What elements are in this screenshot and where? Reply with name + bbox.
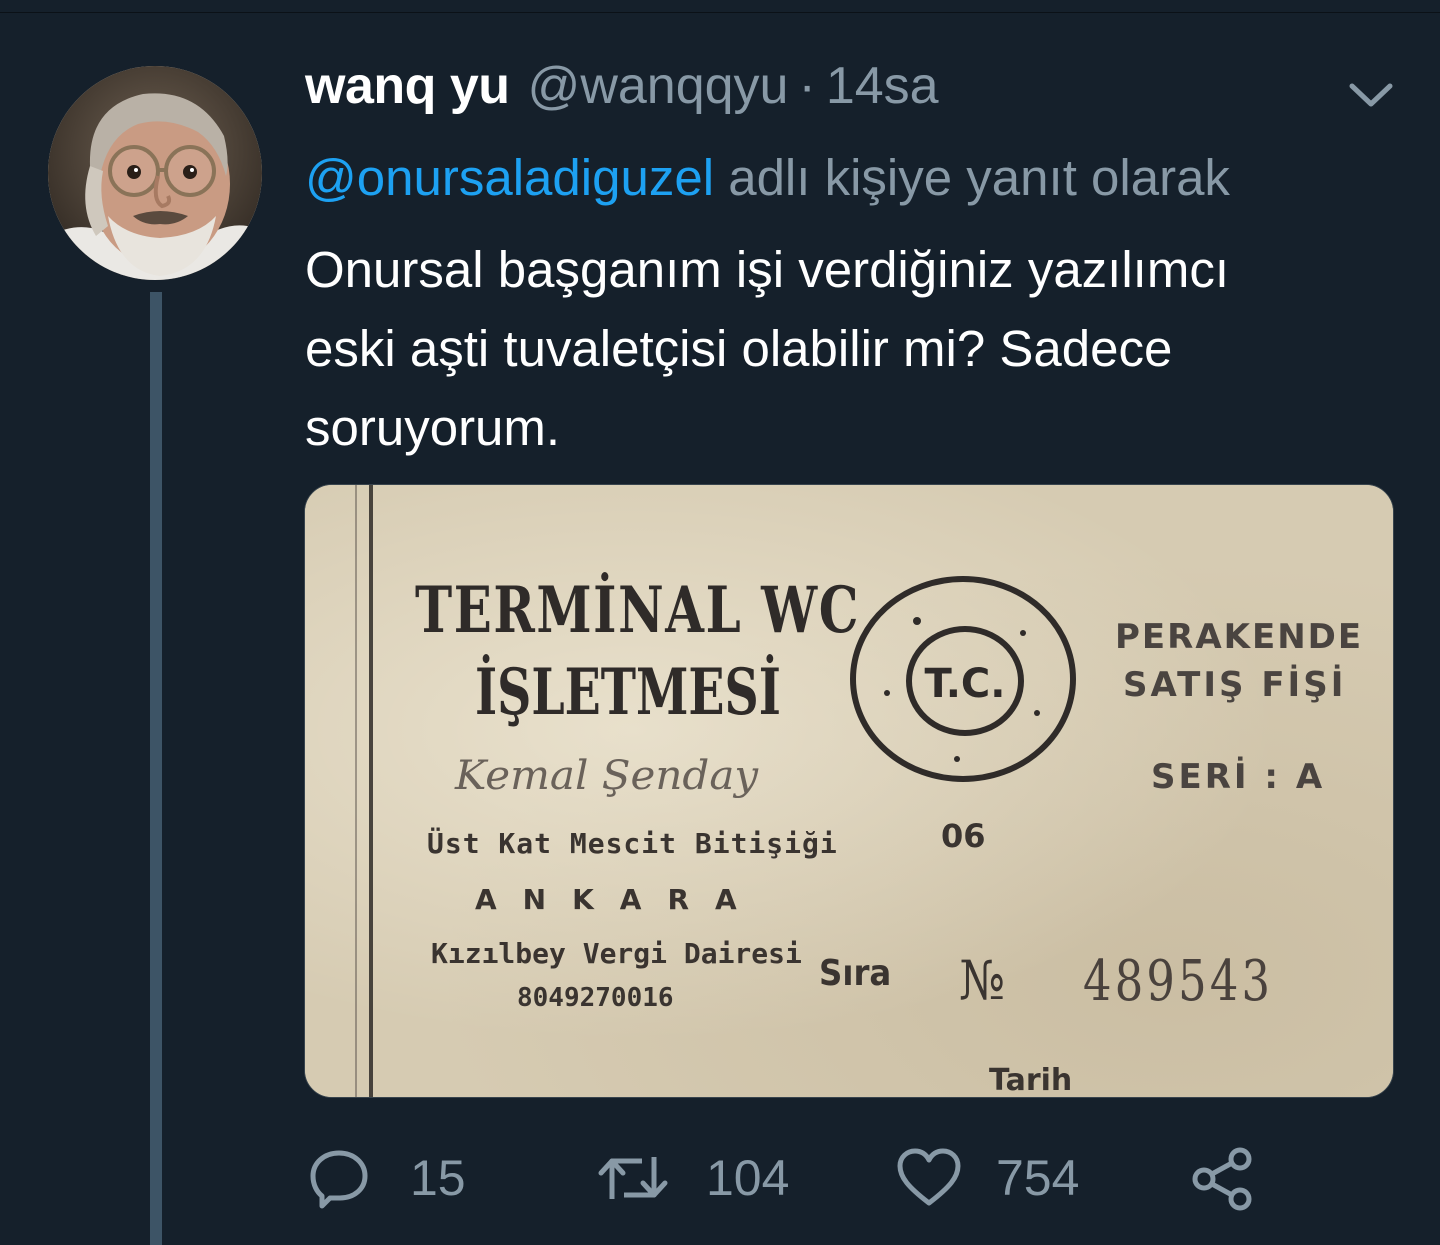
receipt-tax-number: 8049270016 bbox=[517, 983, 674, 1013]
tweet[interactable]: wanq yu @wanqqyu · 14sa @onursaladiguzel… bbox=[0, 0, 1440, 1245]
receipt-owner-name: Kemal Şenday bbox=[455, 753, 759, 799]
receipt-date-label: Tarih bbox=[989, 1063, 1073, 1098]
official-stamp-seal: T.C. bbox=[850, 576, 1076, 782]
reply-context-label: adlı kişiye yanıt olarak bbox=[714, 149, 1230, 206]
tweet-body-line: soruyorum. bbox=[305, 399, 561, 456]
receipt-number-symbol: № bbox=[959, 949, 1005, 1012]
receipt-series: SERİ : A bbox=[1151, 757, 1326, 797]
receipt-title-line-1: TERMİNAL WC bbox=[415, 573, 861, 648]
reply-button[interactable]: 15 bbox=[308, 1140, 466, 1216]
stamp-center-text: T.C. bbox=[925, 661, 1006, 707]
tweet-body-line: Onursal başganım işi verdiğiniz yazılımc… bbox=[305, 241, 1230, 298]
receipt-tax-office: Kızılbey Vergi Dairesi bbox=[431, 937, 802, 970]
tweet-header: wanq yu @wanqqyu · 14sa bbox=[305, 56, 939, 122]
user-handle[interactable]: @wanqqyu bbox=[528, 56, 789, 116]
receipt-type-line-1: PERAKENDE bbox=[1115, 617, 1364, 657]
separator-dot: · bbox=[798, 57, 816, 115]
tweet-action-bar: 15 104 754 bbox=[0, 1140, 1440, 1220]
receipt-sira-label: Sıra bbox=[819, 953, 892, 994]
timestamp[interactable]: 14sa bbox=[826, 56, 939, 116]
heart-icon bbox=[897, 1148, 961, 1206]
receipt-edge-line bbox=[355, 485, 357, 1097]
like-button[interactable]: 754 bbox=[896, 1140, 1079, 1216]
tweet-body: Onursal başganım işi verdiğiniz yazılımc… bbox=[305, 230, 1405, 467]
display-name[interactable]: wanq yu bbox=[305, 56, 510, 116]
thread-connector-line bbox=[150, 292, 162, 1245]
chevron-down-icon[interactable] bbox=[1346, 78, 1396, 112]
receipt-title-line-2: İŞLETMESİ bbox=[475, 655, 781, 730]
reply-icon bbox=[310, 1150, 368, 1209]
avatar[interactable] bbox=[48, 66, 262, 280]
receipt-address: Üst Kat Mescit Bitişiği bbox=[427, 827, 838, 860]
retweet-button[interactable]: 104 bbox=[596, 1140, 789, 1216]
reply-context: @onursaladiguzel adlı kişiye yanıt olara… bbox=[305, 148, 1230, 207]
tweet-media-image[interactable]: TERMİNAL WC İŞLETMESİ Kemal Şenday Üst K… bbox=[304, 484, 1394, 1098]
retweet-count: 104 bbox=[706, 1150, 790, 1206]
tweet-body-line: eski aşti tuvaletçisi olabilir mi? Sadec… bbox=[305, 320, 1173, 377]
receipt-code: 06 bbox=[941, 817, 986, 855]
receipt-number: 489543 bbox=[1083, 949, 1274, 1014]
receipt-edge-line bbox=[369, 485, 373, 1097]
reply-mention-link[interactable]: @onursaladiguzel bbox=[305, 149, 714, 206]
receipt-photo: TERMİNAL WC İŞLETMESİ Kemal Şenday Üst K… bbox=[305, 485, 1393, 1097]
like-count: 754 bbox=[996, 1150, 1080, 1206]
receipt-type-line-2: SATIŞ FİŞİ bbox=[1123, 665, 1347, 705]
share-button[interactable] bbox=[1190, 1140, 1256, 1216]
reply-count: 15 bbox=[410, 1150, 466, 1206]
retweet-icon bbox=[598, 1157, 668, 1199]
receipt-city: ANKARA bbox=[475, 883, 763, 916]
avatar-portrait bbox=[48, 66, 262, 280]
share-icon bbox=[1192, 1147, 1252, 1211]
